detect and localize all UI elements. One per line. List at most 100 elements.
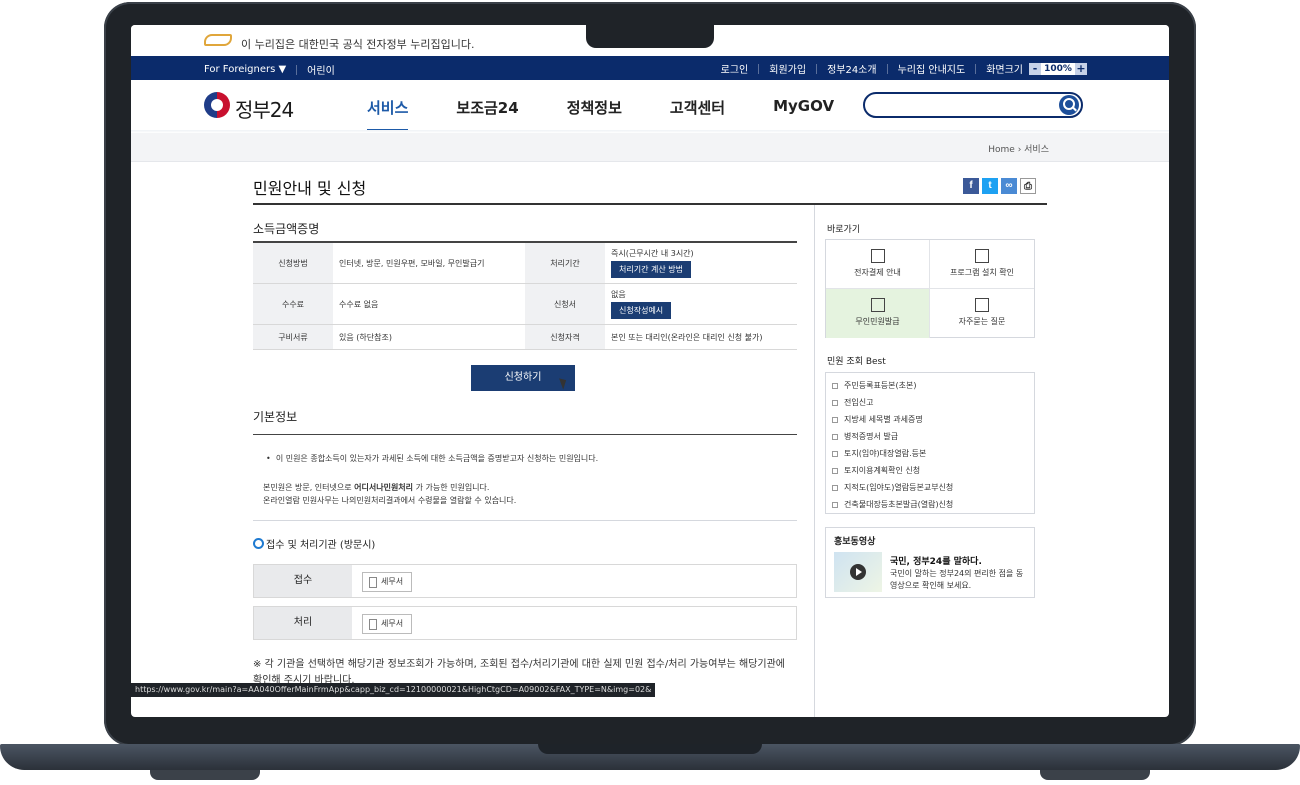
- table-header: 신청서: [525, 283, 605, 325]
- table-cell: 본인 또는 대리인(온라인은 대리인 신청 불가): [605, 324, 797, 350]
- tax-office-chip[interactable]: 세무서: [362, 614, 413, 634]
- list-item[interactable]: 지적도(임야도)열람등본교부신청: [832, 479, 1034, 496]
- table-cell: 인터넷, 방문, 민원우편, 모바일, 무인발급기: [333, 242, 525, 284]
- list-item[interactable]: 병적증명서 발급: [832, 428, 1034, 445]
- best-label: 건축물대장등초본발급(열람)신청: [844, 500, 954, 509]
- divider: [758, 63, 760, 74]
- search-icon[interactable]: [1059, 95, 1079, 115]
- print-icon[interactable]: ⎙: [1020, 178, 1036, 194]
- basic-divider: [253, 434, 797, 435]
- processing-time: 즉시(근무시간 내 3시간): [611, 249, 694, 258]
- divider: [886, 63, 888, 74]
- chat-icon: [975, 298, 989, 312]
- laptop-foot-right: [1040, 770, 1150, 780]
- list-item[interactable]: 토지이용계획확인 신청: [832, 462, 1034, 479]
- gov-banner-text: 이 누리집은 대한민국 공식 전자정부 누리집입니다.: [241, 38, 475, 51]
- laptop-foot-left: [150, 770, 260, 780]
- utility-bar: For Foreigners ▼ 어린이 로그인 회원가입 정부24소개 누리집…: [131, 56, 1169, 80]
- link-copy-icon[interactable]: ∞: [1001, 178, 1017, 194]
- table-header: 수수료: [253, 283, 333, 325]
- about-link[interactable]: 정부24소개: [827, 61, 877, 76]
- form-value: 없음: [611, 290, 626, 299]
- chip-label: 세무서: [381, 619, 404, 628]
- section-bullet-icon: [253, 538, 264, 549]
- table-header: 신청자격: [525, 324, 605, 350]
- list-item[interactable]: 주민등록표등본(초본): [832, 377, 1034, 394]
- zoom-in-button[interactable]: +: [1075, 62, 1087, 75]
- video-thumbnail[interactable]: [834, 552, 882, 592]
- egov-logo-icon: [204, 34, 232, 46]
- table-cell: 수수료 없음: [333, 283, 525, 325]
- nav-mygov[interactable]: MyGOV: [773, 97, 834, 118]
- site-logo-text[interactable]: 정부24: [235, 94, 294, 123]
- note-text: 본민원은 방문, 인터넷으로: [263, 483, 355, 492]
- twitter-share-icon[interactable]: t: [982, 178, 998, 194]
- quick-faq[interactable]: 자주묻는 질문: [930, 289, 1034, 338]
- document-icon: [832, 399, 838, 406]
- promo-headline[interactable]: 국민, 정부24를 말하다.: [890, 554, 982, 567]
- basic-info-title: 기본정보: [253, 410, 298, 424]
- breadcrumb-strip: Home › 서비스: [131, 133, 1169, 162]
- monitor-icon: [975, 249, 989, 263]
- org-row-process: 처리 세무서: [253, 606, 797, 640]
- browser-screen: 이 누리집은 대한민국 공식 전자정부 누리집입니다. For Foreigne…: [131, 25, 1169, 717]
- camera-notch: [586, 24, 714, 48]
- section-divider: [253, 520, 797, 521]
- breadcrumb[interactable]: Home › 서비스: [988, 142, 1049, 155]
- nav-subsidy[interactable]: 보조금24: [456, 97, 518, 118]
- note-text: 가 가능한 민원입니다.: [413, 483, 490, 492]
- promo-video-box: 홍보동영상 국민, 정부24를 말하다. 국민이 말하는 정부24의 편리한 점…: [825, 527, 1035, 598]
- tax-office-chip[interactable]: 세무서: [362, 572, 413, 592]
- laptop-groove: [538, 744, 762, 754]
- main-nav: 서비스 보조금24 정책정보 고객센터 MyGOV: [367, 97, 882, 132]
- quick-label: 프로그램 설치 확인: [950, 268, 1014, 277]
- chip-label: 세무서: [381, 577, 404, 586]
- search-input[interactable]: [863, 92, 1083, 118]
- facebook-share-icon[interactable]: f: [963, 178, 979, 194]
- nav-support[interactable]: 고객센터: [670, 97, 725, 118]
- processing-calc-button[interactable]: 처리기간 계산 방법: [611, 261, 691, 278]
- download-icon: [870, 249, 885, 263]
- gov24-logo-icon[interactable]: [204, 92, 230, 118]
- share-icons: f t ∞ ⎙: [963, 178, 1036, 194]
- quick-program-check[interactable]: 프로그램 설치 확인: [930, 240, 1034, 289]
- quick-links-title: 바로가기: [827, 225, 861, 235]
- org-title: 접수 및 처리기관 (방문시): [266, 540, 376, 551]
- org-row-receipt: 접수 세무서: [253, 564, 797, 598]
- nav-services[interactable]: 서비스: [367, 97, 409, 132]
- best-label: 병적증명서 발급: [844, 432, 899, 441]
- quick-payment[interactable]: 전자결제 안내: [826, 240, 930, 289]
- list-item[interactable]: 건축물대장등초본발급(열람)신청: [832, 496, 1034, 513]
- document-icon: [832, 467, 838, 474]
- document-icon: [832, 484, 838, 491]
- play-icon[interactable]: [850, 564, 866, 580]
- sitemap-link[interactable]: 누리집 안내지도: [898, 61, 966, 76]
- document-icon: [832, 450, 838, 457]
- best-label: 지방세 세목별 과세증명: [844, 415, 923, 424]
- for-foreigners-menu[interactable]: For Foreigners ▼: [204, 64, 286, 75]
- column-divider: [814, 205, 815, 717]
- table-row: 구비서류 있음 (하단참조) 신청자격 본인 또는 대리인(온라인은 대리인 신…: [253, 324, 797, 350]
- promo-title: 홍보동영상: [834, 537, 876, 547]
- table-header: 구비서류: [253, 324, 333, 350]
- quick-kiosk[interactable]: 무인민원발급: [826, 289, 930, 338]
- list-item[interactable]: 지방세 세목별 과세증명: [832, 411, 1034, 428]
- login-link[interactable]: 로그인: [721, 61, 749, 76]
- util-right: 로그인 회원가입 정부24소개 누리집 안내지도 화면크기 - 100% +: [721, 61, 1087, 76]
- list-item[interactable]: 토지(임야)대장열람.등본: [832, 445, 1034, 462]
- zoom-value: 100%: [1041, 62, 1075, 75]
- list-item[interactable]: 전입신고: [832, 394, 1034, 411]
- quick-label: 무인민원발급: [855, 317, 900, 326]
- signup-link[interactable]: 회원가입: [769, 61, 806, 76]
- kids-link[interactable]: 어린이: [307, 62, 335, 77]
- nav-policy[interactable]: 정책정보: [567, 97, 622, 118]
- screen-size-label: 화면크기: [986, 65, 1023, 76]
- divider: [975, 63, 977, 74]
- quick-links: 전자결제 안내 프로그램 설치 확인 무인민원발급 자주묻는 질문: [825, 239, 1035, 338]
- form-example-button[interactable]: 신청작성예시: [611, 302, 672, 319]
- zoom-out-button[interactable]: -: [1029, 62, 1041, 75]
- building-icon: [369, 619, 377, 630]
- quick-label: 자주묻는 질문: [958, 317, 1006, 326]
- description-text: 이 민원은 종합소득이 있는자가 과세된 소득에 대한 소득금액을 증명받고자 …: [275, 454, 599, 463]
- best-label: 전입신고: [844, 398, 874, 407]
